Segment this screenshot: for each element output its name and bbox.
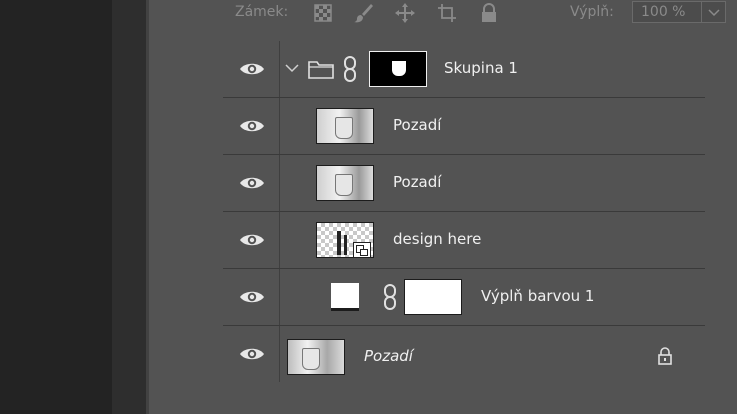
move-lock-icon[interactable] <box>394 2 416 24</box>
lock-label: Zámek: <box>235 4 289 20</box>
layer-row-smart-object[interactable]: design here <box>223 212 705 269</box>
lock-bar: Zámek: Výplň: 100 % <box>149 0 737 28</box>
eye-icon[interactable] <box>239 289 265 305</box>
artboard-lock-icon[interactable] <box>436 2 458 24</box>
layer-thumbnail <box>287 339 345 375</box>
canvas-dark-area <box>0 0 112 414</box>
smart-object-badge <box>353 242 371 258</box>
layer-name: Pozadí <box>393 116 442 134</box>
layer-list: Skupina 1 Pozadí Pozadí design here Výpl… <box>223 41 705 389</box>
padlock-icon[interactable] <box>478 2 500 24</box>
fill-dropdown-button[interactable] <box>702 1 726 23</box>
eye-icon[interactable] <box>239 346 265 362</box>
layer-name: Pozadí <box>393 173 442 191</box>
fill-opacity-input[interactable]: 100 % <box>632 1 702 23</box>
layer-name: Skupina 1 <box>444 59 518 77</box>
layer-row-background[interactable]: Pozadí <box>223 326 705 389</box>
layer-thumbnail <box>316 222 374 258</box>
layer-name: Výplň barvou 1 <box>481 287 595 305</box>
eye-icon[interactable] <box>239 61 265 77</box>
layers-panel: Zámek: Výplň: 100 % Skupina 1 Pozadí Poz… <box>149 0 737 414</box>
fill-label: Výplň: <box>570 4 614 20</box>
panel-scroll-gutter[interactable] <box>705 41 737 414</box>
folder-icon <box>308 61 334 79</box>
eye-separator <box>279 326 280 382</box>
lock-icon[interactable] <box>655 346 675 366</box>
eye-separator <box>279 155 280 211</box>
link-icon[interactable] <box>343 56 357 82</box>
group-mask-thumbnail[interactable] <box>369 51 427 87</box>
fill-color-swatch[interactable] <box>331 283 359 311</box>
chevron-down-icon <box>708 9 720 17</box>
layer-row-image[interactable]: Pozadí <box>223 155 705 212</box>
eye-separator <box>279 212 280 268</box>
layer-row-image[interactable]: Pozadí <box>223 98 705 155</box>
layer-name: Pozadí <box>364 347 413 365</box>
link-icon[interactable] <box>383 284 397 310</box>
layer-row-group[interactable]: Skupina 1 <box>223 41 705 98</box>
eye-icon[interactable] <box>239 175 265 191</box>
checker-lock-icon[interactable] <box>312 2 334 24</box>
layer-list-empty-area <box>223 389 705 414</box>
layer-name: design here <box>393 230 482 248</box>
fill-opacity-value: 100 % <box>641 4 686 20</box>
eye-icon[interactable] <box>239 118 265 134</box>
brush-lock-icon[interactable] <box>352 2 374 24</box>
layer-row-fill[interactable]: Výplň barvou 1 <box>223 269 705 326</box>
layer-thumbnail <box>316 108 374 144</box>
layer-thumbnail <box>316 165 374 201</box>
eye-separator <box>279 41 280 97</box>
chevron-down-icon[interactable] <box>285 63 299 73</box>
toolbar-strip <box>112 0 146 414</box>
eye-icon[interactable] <box>239 232 265 248</box>
eye-separator <box>279 269 280 325</box>
fill-mask-thumbnail[interactable] <box>404 279 462 315</box>
eye-separator <box>279 98 280 154</box>
